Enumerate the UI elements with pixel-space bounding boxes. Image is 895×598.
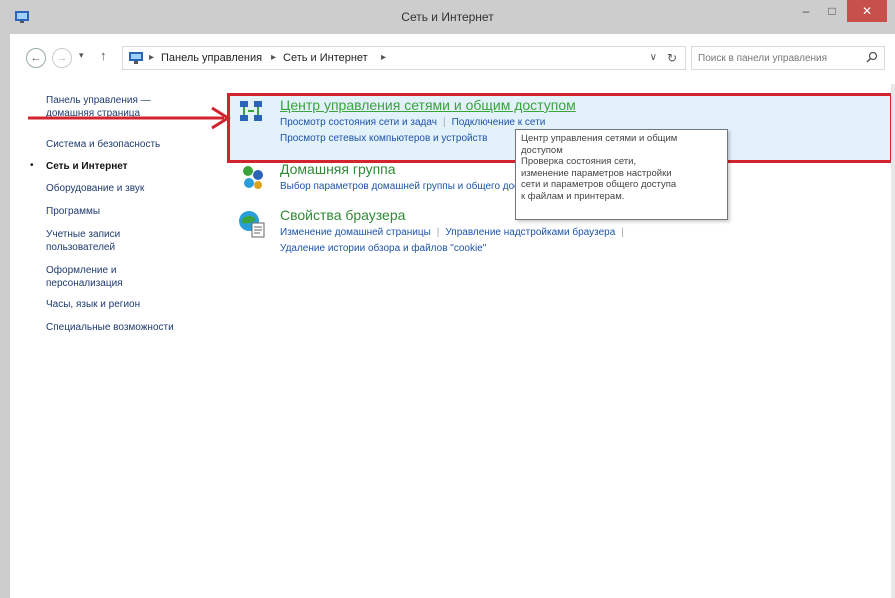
category-links-row: Изменение домашней страницы | Управление н… [280, 227, 630, 238]
tooltip-line: доступом [521, 144, 563, 156]
window-title: Сеть и Интернет [401, 10, 494, 24]
back-button[interactable]: ← [26, 48, 46, 68]
nav-link-network-internet[interactable]: Сеть и Интернет [46, 160, 128, 173]
forward-button[interactable]: → [52, 48, 72, 68]
address-row: ← → ▾ ↑ ▸ Панель управления ▸ Сеть и Инт… [10, 34, 895, 84]
network-center-icon[interactable] [236, 97, 268, 129]
link-manage-addons[interactable]: Управление надстройками браузера [445, 227, 615, 238]
nav-link-clock-language-region[interactable]: Часы, язык и регион [46, 298, 140, 311]
red-arrow-annotation [28, 106, 231, 130]
nav-link-ease-of-access[interactable]: Специальные возможности [46, 321, 174, 334]
category-links-row: Удаление истории обзора и файлов "cookie… [280, 243, 486, 254]
link-view-network-computers[interactable]: Просмотр сетевых компьютеров и устройств [280, 133, 488, 144]
link-view-network-status[interactable]: Просмотр состояния сети и задач [280, 117, 437, 128]
homegroup-icon[interactable] [236, 161, 268, 193]
nav-link-programs[interactable]: Программы [46, 205, 100, 218]
browser-options-icon[interactable] [236, 207, 268, 239]
breadcrumb-control-panel[interactable]: Панель управления [161, 52, 262, 64]
category-title-homegroup[interactable]: Домашняя группа [280, 161, 396, 177]
nav-link-system-security[interactable]: Система и безопасность [46, 138, 160, 151]
recent-locations-dropdown[interactable]: ▾ [79, 50, 84, 61]
address-dropdown[interactable]: ∨ [650, 52, 657, 63]
up-button[interactable]: ↑ [100, 48, 107, 63]
nav-link-user-accounts[interactable]: Учетные записи [46, 228, 120, 241]
control-panel-icon [129, 52, 143, 64]
tooltip: Центр управления сетями и общим доступом… [515, 129, 728, 220]
category-title-network-center[interactable]: Центр управления сетями и общим доступом [280, 97, 576, 113]
breadcrumb-separator[interactable]: ▸ [149, 52, 154, 63]
link-connect-to-network[interactable]: Подключение к сети [452, 117, 546, 128]
search-box[interactable] [691, 46, 885, 70]
tooltip-line: Проверка состояния сети, [521, 156, 637, 167]
nav-link-user-accounts[interactable]: пользователей [46, 241, 115, 254]
window-right-border [891, 84, 895, 598]
category-title-browser-options[interactable]: Свойства браузера [280, 207, 405, 223]
link-separator: | [621, 227, 624, 238]
breadcrumb-network-internet[interactable]: Сеть и Интернет [283, 52, 368, 64]
link-separator: | [436, 227, 440, 238]
control-panel-window: Сеть и Интернет – □ ✕ ← → ▾ ↑ ▸ Панель у… [0, 0, 895, 598]
category-links-row: Просмотр сетевых компьютеров и устройств [280, 133, 488, 144]
link-separator: | [442, 117, 446, 128]
search-icon[interactable] [866, 51, 878, 63]
category-links-row: Просмотр состояния сети и задач | Подключе… [280, 117, 545, 128]
minimize-button[interactable]: – [793, 0, 819, 22]
close-button[interactable]: ✕ [847, 0, 887, 22]
category-links-row: Выбор параметров домашней группы и общег… [280, 181, 540, 192]
address-bar[interactable]: ▸ Панель управления ▸ Сеть и Интернет ▸ … [122, 46, 686, 70]
breadcrumb-separator[interactable]: ▸ [381, 52, 386, 63]
tooltip-line: к файлам и принтерам. [521, 190, 625, 202]
maximize-button[interactable]: □ [819, 0, 845, 22]
link-homegroup-options[interactable]: Выбор параметров домашней группы и общег… [280, 181, 540, 192]
nav-link-appearance[interactable]: Оформление и [46, 264, 116, 277]
search-input[interactable] [692, 47, 862, 69]
title-bar[interactable]: Сеть и Интернет – □ ✕ [0, 0, 895, 34]
tooltip-line: Центр управления сетями и общим [521, 133, 678, 144]
link-delete-browsing-history[interactable]: Удаление истории обзора и файлов "cookie… [280, 243, 486, 254]
current-item-bullet: • [30, 160, 34, 171]
nav-link-hardware-sound[interactable]: Оборудование и звук [46, 182, 144, 195]
link-change-homepage[interactable]: Изменение домашней страницы [280, 227, 431, 238]
nav-link-appearance[interactable]: персонализация [46, 277, 123, 290]
breadcrumb-separator[interactable]: ▸ [271, 52, 276, 63]
window-left-border [0, 0, 10, 598]
refresh-button[interactable]: ↻ [667, 51, 677, 65]
tooltip-line: сети и параметров общего доступа [521, 179, 677, 190]
tooltip-line: изменение параметров настройки [521, 167, 672, 179]
